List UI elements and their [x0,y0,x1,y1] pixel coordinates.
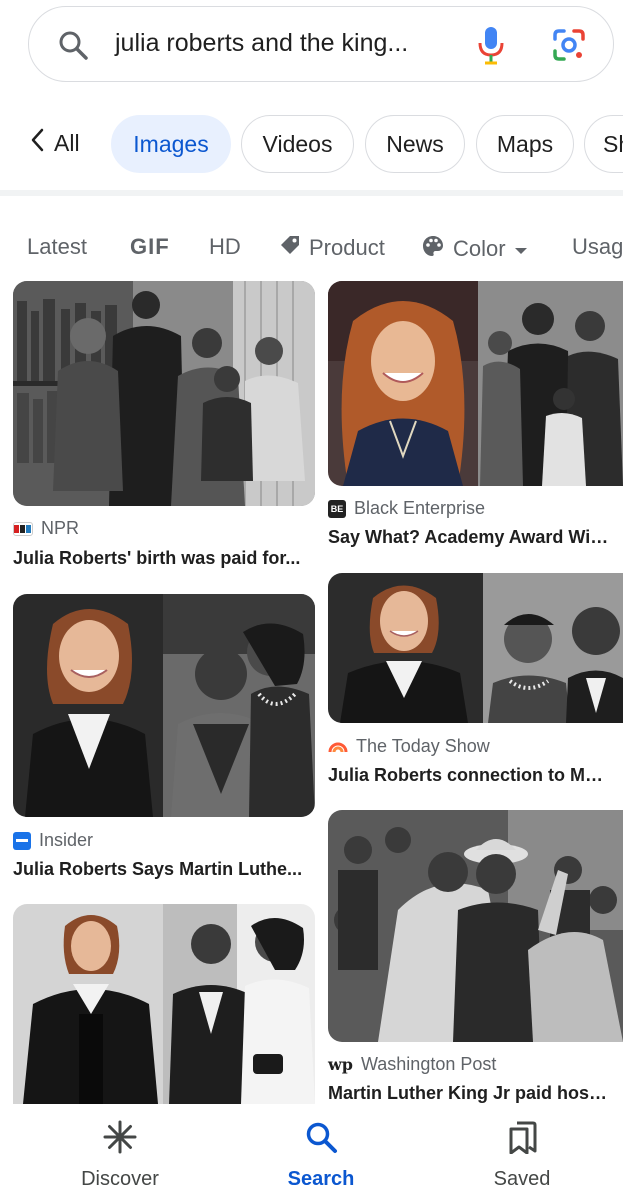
result-caption-npr[interactable]: Julia Roberts' birth was paid for... [13,548,315,569]
result-source-washington-post[interactable]: wp Washington Post [328,1054,496,1075]
washington-post-favicon-icon: wp [328,1055,353,1074]
nav-saved-label: Saved [493,1168,551,1190]
result-source-label: NPR [41,518,80,538]
tab-maps[interactable]: Maps [476,115,574,173]
nav-discover[interactable]: Discover [50,1120,190,1191]
tab-shopping[interactable]: Sh [584,115,623,173]
palette-icon [421,234,445,264]
black-enterprise-favicon-icon: BE [328,499,346,518]
nav-discover-label: Discover [81,1168,159,1190]
tab-all[interactable]: All [30,125,80,161]
lens-icon[interactable] [551,27,587,68]
result-source-black-enterprise[interactable]: BE Black Enterprise [328,498,485,519]
dropdown-arrow-icon [514,236,528,262]
result-image-black-enterprise[interactable] [328,281,623,486]
today-show-favicon-icon [328,736,348,757]
result-image-washington-post[interactable] [328,810,623,1042]
bottom-navigation: Discover Search Saved [0,1108,623,1200]
result-source-label: Washington Post [360,1054,497,1074]
nav-search[interactable]: Search [251,1120,391,1191]
search-bar[interactable]: julia roberts and the king... [28,6,614,82]
result-source-insider[interactable]: Insider [13,830,93,851]
nav-search-label: Search [287,1168,355,1190]
filter-product-label: Product [309,235,385,260]
result-image-today-show[interactable] [328,573,623,723]
filter-hd[interactable]: HD [209,234,241,260]
tab-images[interactable]: Images [111,115,231,173]
result-caption-black-enterprise[interactable]: Say What? Academy Award Win... [328,527,613,548]
filter-bar: Latest GIF HD Product Color Usag [0,226,623,270]
tab-all-label: All [54,129,80,156]
result-image-partial[interactable] [13,904,315,1104]
search-icon [304,1120,338,1160]
search-query-text[interactable]: julia roberts and the king... [115,29,408,58]
tag-icon [279,234,301,262]
result-caption-today-show[interactable]: Julia Roberts connection to Mar... [328,765,613,786]
result-source-today-show[interactable]: The Today Show [328,736,490,757]
discover-icon [103,1120,137,1160]
npr-favicon-icon [13,521,33,536]
filter-gif[interactable]: GIF [130,234,170,260]
saved-icon [507,1120,537,1160]
divider [0,190,623,196]
result-caption-washington-post[interactable]: Martin Luther King Jr paid hospi... [328,1083,613,1104]
insider-favicon-icon [13,831,31,850]
mic-icon[interactable] [475,25,507,70]
filter-latest[interactable]: Latest [27,234,87,260]
result-source-label: Insider [39,830,94,850]
search-icon[interactable] [57,29,89,66]
filter-color[interactable]: Color [421,234,528,264]
nav-saved[interactable]: Saved [452,1120,592,1191]
result-source-label: Black Enterprise [354,498,486,518]
result-source-npr[interactable]: NPR [13,518,79,539]
result-image-npr[interactable] [13,281,315,506]
result-source-label: The Today Show [356,736,490,756]
tab-videos[interactable]: Videos [241,115,354,173]
chevron-left-icon [30,128,44,158]
tab-news[interactable]: News [365,115,465,173]
result-image-insider[interactable] [13,594,315,817]
filter-color-label: Color [453,236,506,261]
filter-product[interactable]: Product [279,234,385,262]
filter-usage[interactable]: Usag [572,234,623,260]
result-caption-insider[interactable]: Julia Roberts Says Martin Luthe... [13,859,315,880]
search-tabs: All Images Videos News Maps Sh [0,113,623,175]
